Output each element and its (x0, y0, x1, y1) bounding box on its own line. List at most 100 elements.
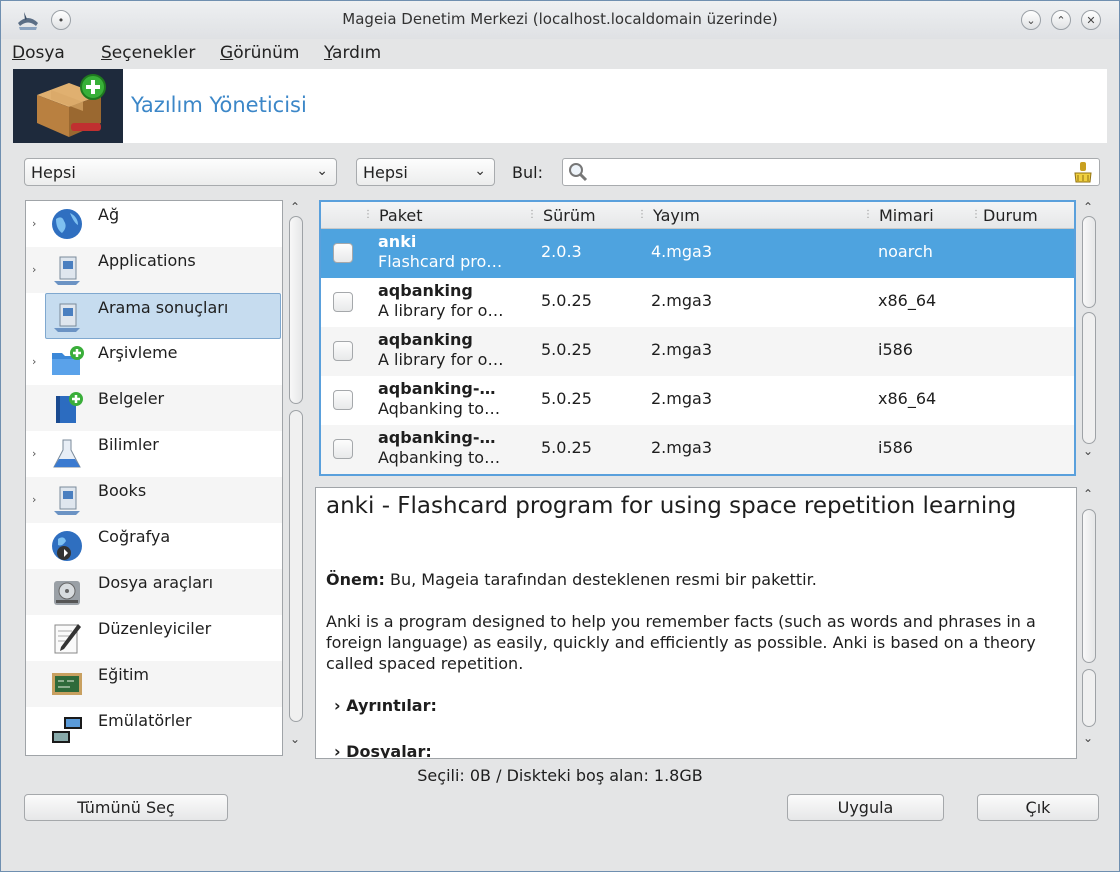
package-version: 2.0.3 (541, 242, 582, 261)
column-header-arch[interactable]: Mimari (879, 206, 934, 225)
package-version: 5.0.25 (541, 291, 592, 310)
files-label: Dosyalar: (346, 742, 432, 759)
category-item-emulators[interactable]: Emülatörler (26, 707, 282, 753)
close-button[interactable]: ✕ (1081, 10, 1101, 30)
editor-pencil-icon (54, 624, 81, 654)
category-item-archiving[interactable]: › Arşivleme (26, 339, 282, 385)
package-checkbox[interactable] (333, 243, 353, 263)
scroll-down-icon[interactable]: ⌄ (1083, 444, 1093, 458)
find-label: Bul: (512, 163, 543, 182)
archive-folder-icon (52, 346, 84, 375)
package-checkbox[interactable] (333, 292, 353, 312)
package-summary: A library for o… (378, 301, 504, 320)
category-item-ag[interactable]: › Ağ (26, 201, 282, 247)
package-arch: i586 (878, 438, 913, 457)
description-scroll-track (1082, 669, 1096, 727)
clear-search-icon[interactable] (1073, 161, 1093, 183)
category-list: › Ağ › Applications Arama sonuçları › Ar… (25, 200, 283, 756)
package-scroll-thumb[interactable] (1082, 216, 1096, 308)
category-item-editors[interactable]: Düzenleyiciler (26, 615, 282, 661)
chalkboard-icon (52, 673, 82, 695)
description-body: Anki is a program designed to help you r… (326, 612, 1036, 673)
group-filter-value: Hepsi (31, 163, 76, 182)
package-checkbox[interactable] (333, 439, 353, 459)
menu-options[interactable]: Seçenekler (101, 43, 195, 63)
description-scrollbar[interactable]: ⌃ ⌄ (1079, 487, 1099, 759)
column-header-package[interactable]: Paket (379, 206, 423, 225)
category-label: Coğrafya (98, 527, 171, 546)
expander-icon[interactable]: › (32, 493, 36, 506)
category-item-education[interactable]: Eğitim (26, 661, 282, 707)
group-filter-select[interactable]: Hepsi ⌄ (24, 158, 337, 186)
package-description: anki - Flashcard program for using space… (315, 487, 1077, 759)
document-book-icon (56, 392, 83, 423)
menu-view[interactable]: Görünüm (220, 43, 299, 63)
scroll-up-icon[interactable]: ⌃ (290, 200, 300, 214)
table-row[interactable]: aqbanking-… Aqbanking to… 5.0.25 2.mga3 … (321, 425, 1074, 474)
category-item-geography[interactable]: Coğrafya (26, 523, 282, 569)
table-row[interactable]: aqbanking A library for o… 5.0.25 2.mga3… (321, 278, 1074, 327)
files-expander[interactable]: › Dosyalar: (334, 742, 432, 759)
package-arch: i586 (878, 340, 913, 359)
expander-icon[interactable]: › (32, 355, 36, 368)
expander-icon[interactable]: › (32, 263, 36, 276)
minimize-button[interactable]: ⌄ (1021, 10, 1041, 30)
apply-button[interactable]: Uygula (787, 794, 944, 821)
table-row[interactable]: anki Flashcard pro… 2.0.3 4.mga3 noarch (321, 229, 1074, 278)
details-label: Ayrıntılar: (346, 696, 437, 715)
quit-button[interactable]: Çık (977, 794, 1099, 821)
package-scrollbar[interactable]: ⌃ ⌄ (1079, 200, 1099, 476)
search-input[interactable] (593, 161, 1067, 185)
search-icon (569, 163, 588, 182)
description-scroll-thumb[interactable] (1082, 509, 1096, 663)
category-item-search-results[interactable]: Arama sonuçları (45, 293, 281, 339)
package-name: aqbanking-… (378, 428, 496, 447)
package-name: aqbanking (378, 281, 473, 300)
category-scroll-thumb[interactable] (289, 216, 303, 404)
expander-icon[interactable]: › (32, 447, 36, 460)
details-expander[interactable]: › Ayrıntılar: (334, 696, 437, 715)
package-version: 5.0.25 (541, 438, 592, 457)
software-package-icon (37, 74, 106, 137)
status-text: Seçili: 0B / Diskteki boş alan: 1.8GB (417, 766, 703, 785)
package-arch: x86_64 (878, 291, 937, 310)
banner-title: Yazılım Yöneticisi (131, 93, 307, 117)
package-name: aqbanking-… (378, 379, 496, 398)
package-release: 2.mga3 (651, 389, 712, 408)
scroll-down-icon[interactable]: ⌄ (290, 732, 300, 746)
column-header-status[interactable]: Durum (983, 206, 1038, 225)
menu-help[interactable]: Yardım (324, 43, 381, 63)
table-row[interactable]: aqbanking A library for o… 5.0.25 2.mga3… (321, 327, 1074, 376)
menu-bar: Dosya Seçenekler Görünüm Yardım (1, 39, 1119, 69)
banner-logo-area (13, 69, 123, 143)
category-item-file-tools[interactable]: Dosya araçları (26, 569, 282, 615)
importance-text: Bu, Mageia tarafından desteklenen resmi … (384, 570, 817, 589)
column-header-release[interactable]: Yayım (653, 206, 700, 225)
category-item-sciences[interactable]: › Bilimler (26, 431, 282, 477)
category-item-applications[interactable]: › Applications (26, 247, 282, 293)
scroll-up-icon[interactable]: ⌃ (1083, 200, 1093, 214)
package-arch: x86_64 (878, 389, 937, 408)
menu-file[interactable]: Dosya (12, 43, 65, 63)
type-filter-select[interactable]: Hepsi ⌄ (356, 158, 495, 186)
applications-icon (54, 256, 80, 285)
table-row[interactable]: aqbanking-… Aqbanking to… 5.0.25 2.mga3 … (321, 376, 1074, 425)
geography-globe-icon (52, 531, 82, 561)
category-item-documents[interactable]: Belgeler (26, 385, 282, 431)
category-scrollbar[interactable]: ⌃ ⌄ (286, 200, 306, 756)
category-item-books[interactable]: › Books (26, 477, 282, 523)
package-checkbox[interactable] (333, 390, 353, 410)
scroll-down-icon[interactable]: ⌄ (1083, 731, 1093, 745)
search-results-icon (54, 303, 80, 332)
importance-label: Önem: (326, 570, 385, 589)
package-summary: Aqbanking to… (378, 448, 501, 467)
column-header-version[interactable]: Sürüm (543, 206, 596, 225)
scroll-up-icon[interactable]: ⌃ (1083, 487, 1093, 501)
disk-icon (54, 581, 80, 605)
expander-icon[interactable]: › (32, 217, 36, 230)
maximize-button[interactable]: ⌃ (1051, 10, 1071, 30)
type-filter-value: Hepsi (363, 163, 408, 182)
select-all-button[interactable]: Tümünü Seç (24, 794, 228, 821)
package-checkbox[interactable] (333, 341, 353, 361)
chevron-down-icon: ⌄ (316, 163, 328, 179)
